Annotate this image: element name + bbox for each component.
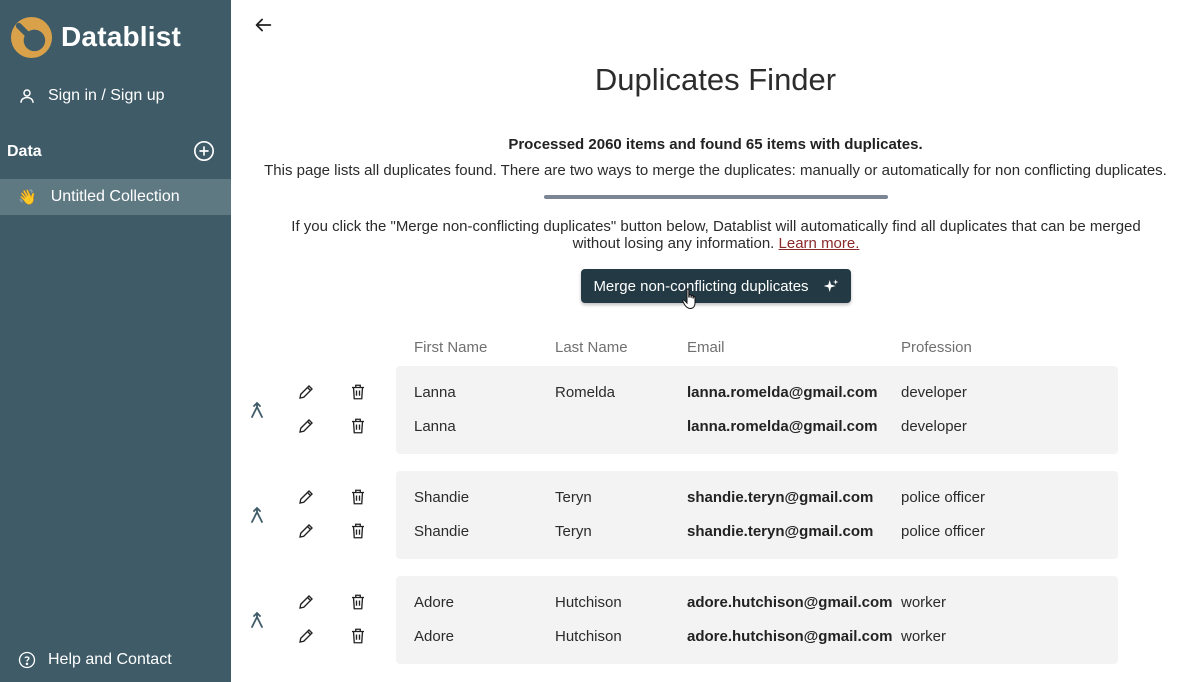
merge-button-label: Merge non-conflicting duplicates — [593, 277, 809, 295]
info-body: If you click the "Merge non-conflicting … — [291, 218, 1141, 252]
data-section-label: Data — [7, 143, 42, 160]
cell-email[interactable]: lanna.romelda@gmail.com — [687, 384, 878, 401]
pencil-icon[interactable] — [297, 593, 315, 611]
pencil-icon[interactable] — [297, 488, 315, 506]
learn-more-link[interactable]: Learn more. — [779, 235, 860, 252]
cell-first-name[interactable]: Adore — [414, 594, 454, 611]
add-circle-icon[interactable] — [193, 140, 215, 162]
trash-icon[interactable] — [349, 383, 367, 401]
info-text: If you click the "Merge non-conflicting … — [281, 218, 1151, 252]
cell-profession[interactable]: developer — [901, 384, 967, 401]
cell-last-name[interactable]: Hutchison — [555, 628, 622, 645]
duplicate-group: Adore Hutchison adore.hutchison@gmail.co… — [396, 576, 1118, 664]
merge-icon[interactable] — [249, 506, 265, 524]
sidebar-item-untitled-collection[interactable]: 👋 Untitled Collection — [0, 179, 231, 215]
trash-icon[interactable] — [349, 488, 367, 506]
cell-email[interactable]: shandie.teryn@gmail.com — [687, 523, 873, 540]
pencil-icon[interactable] — [297, 522, 315, 540]
data-section-header: Data — [0, 138, 231, 166]
hand-cursor-icon — [682, 288, 696, 310]
sidebar: Datablist Sign in / Sign up Data 👋 Untit… — [0, 0, 231, 682]
help-label: Help and Contact — [48, 651, 172, 668]
brand-name: Datablist — [61, 21, 182, 52]
help-contact-link[interactable]: Help and Contact — [18, 648, 172, 672]
trash-icon[interactable] — [349, 627, 367, 645]
header-email[interactable]: Email — [687, 339, 725, 356]
cell-last-name[interactable]: Hutchison — [555, 594, 622, 611]
datablist-logo — [10, 16, 53, 58]
cell-email[interactable]: adore.hutchison@gmail.com — [687, 628, 893, 645]
cell-last-name[interactable]: Teryn — [555, 489, 592, 506]
trash-icon[interactable] — [349, 417, 367, 435]
cell-profession[interactable]: developer — [901, 418, 967, 435]
merge-icon[interactable] — [249, 401, 265, 419]
cell-first-name[interactable]: Adore — [414, 628, 454, 645]
trash-icon[interactable] — [349, 593, 367, 611]
wave-emoji-icon: 👋 — [18, 189, 37, 206]
cell-email[interactable]: shandie.teryn@gmail.com — [687, 489, 873, 506]
back-arrow-icon[interactable] — [252, 14, 274, 36]
cell-first-name[interactable]: Lanna — [414, 418, 456, 435]
explanation-text: This page lists all duplicates found. Th… — [264, 162, 1167, 179]
brand[interactable]: Datablist — [10, 14, 181, 60]
pencil-icon[interactable] — [297, 627, 315, 645]
cell-email[interactable]: adore.hutchison@gmail.com — [687, 594, 893, 611]
collection-label: Untitled Collection — [50, 188, 180, 205]
pencil-icon[interactable] — [297, 417, 315, 435]
header-last-name[interactable]: Last Name — [555, 339, 628, 356]
header-profession[interactable]: Profession — [901, 339, 972, 356]
cell-email[interactable]: lanna.romelda@gmail.com — [687, 418, 878, 435]
cell-profession[interactable]: police officer — [901, 523, 985, 540]
cell-last-name[interactable]: Romelda — [555, 384, 615, 401]
summary-text: Processed 2060 items and found 65 items … — [508, 136, 923, 153]
cell-profession[interactable]: police officer — [901, 489, 985, 506]
page-title: Duplicates Finder — [594, 62, 837, 97]
duplicate-group: Shandie Teryn shandie.teryn@gmail.com po… — [396, 471, 1118, 559]
cell-profession[interactable]: worker — [901, 628, 946, 645]
divider — [544, 195, 888, 199]
cell-last-name[interactable]: Teryn — [555, 523, 592, 540]
cell-first-name[interactable]: Shandie — [414, 523, 469, 540]
cell-first-name[interactable]: Shandie — [414, 489, 469, 506]
cell-first-name[interactable]: Lanna — [414, 384, 456, 401]
user-icon — [20, 89, 34, 103]
help-circle-icon — [18, 651, 36, 669]
sparkle-icon — [823, 279, 838, 292]
cell-profession[interactable]: worker — [901, 594, 946, 611]
trash-icon[interactable] — [349, 522, 367, 540]
pencil-icon[interactable] — [297, 383, 315, 401]
header-first-name[interactable]: First Name — [414, 339, 487, 356]
signin-label: Sign in / Sign up — [48, 87, 165, 104]
duplicate-group: Lanna Romelda lanna.romelda@gmail.com de… — [396, 366, 1118, 454]
merge-non-conflicting-button[interactable]: Merge non-conflicting duplicates — [581, 269, 851, 303]
signin-link[interactable]: Sign in / Sign up — [18, 84, 165, 108]
merge-icon[interactable] — [249, 611, 265, 629]
